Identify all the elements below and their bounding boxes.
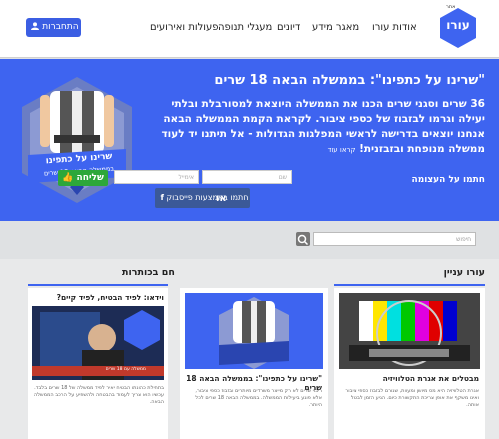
facebook-label: חתמו באמצעות פייסבוק	[166, 193, 249, 202]
name-field[interactable]: שם	[202, 170, 292, 184]
section-underline-left	[28, 284, 168, 286]
search-icon	[297, 234, 309, 246]
site-logo[interactable]: עורו	[440, 8, 476, 48]
hero-body: 36 שרים וסגני שרים הכנו את הממשלה היוצאת…	[145, 97, 485, 158]
email-field[interactable]: אימייל	[114, 170, 199, 184]
facebook-sign-button[interactable]: חתמו באמצעות פייסבוק f	[155, 188, 250, 208]
test-pattern-image	[339, 293, 480, 369]
thumbs-up-icon: 👍	[62, 173, 74, 183]
read-more-link[interactable]: קראו עוד	[328, 146, 356, 154]
section-title-interest: עורו עניין	[443, 267, 485, 278]
section-title-headlines: חם בכותרות	[122, 267, 175, 278]
facebook-icon: f	[160, 193, 164, 202]
petition-label: חתמו על העצומה	[411, 175, 485, 185]
nav-discussions[interactable]: דיונים	[277, 22, 300, 33]
video-caption: ממשלה עם 18 שרים	[105, 367, 146, 372]
card-text-ministers: ריבוי שרים לא רק מייצר משרדים מיותרים וב…	[195, 388, 322, 408]
hero-body-text: 36 שרים וסגני שרים הכנו את הממשלה היוצאת…	[161, 98, 485, 155]
card-title-lapid[interactable]: וידאו: לפיד הבטיח, לפיד קיים?	[32, 293, 164, 302]
nav-about[interactable]: אודות עורו	[372, 22, 417, 33]
send-button[interactable]: שליחה 👍	[58, 170, 108, 186]
login-label: התחברות	[42, 22, 79, 32]
card-text-tv-license: אגרת הטלוויזיה היא מס מיושן ומעוות, שגור…	[345, 388, 479, 408]
article-card-ministers[interactable]: "שרינו על כתפינו": בממשלה הבאה 18 שרים ר…	[180, 288, 328, 439]
nav-momentum-circles[interactable]: מעגלי תנופה	[218, 22, 272, 33]
card-title-tv-license[interactable]: מבטלים את אגרת הטלוויזיה	[340, 374, 479, 383]
login-button[interactable]: התחברות	[26, 18, 81, 37]
section-underline-right	[334, 284, 485, 286]
nav-events[interactable]: פעולות ואירועים	[150, 22, 219, 33]
search-input[interactable]: חיפוש	[313, 232, 476, 246]
site-header: אתר עורו אודות עורו מאגר מידע דיונים מעג…	[0, 0, 499, 58]
article-card-tv-license[interactable]: מבטלים את אגרת הטלוויזיה אגרת הטלוויזיה …	[334, 288, 485, 439]
search-button[interactable]	[296, 232, 310, 246]
card-text-lapid: בתחילת כהונתו הבטיח יאיר לפיד ממשלה של 1…	[33, 385, 164, 405]
hero-title[interactable]: "שרינו על כתפינו": בממשלה הבאה 18 שרים	[155, 73, 485, 88]
logo-text: עורו	[446, 18, 470, 32]
ministers-campaign-image	[185, 293, 323, 369]
send-label: שליחה	[76, 173, 104, 183]
or-separator: או	[216, 193, 227, 204]
nav-database[interactable]: מאגר מידע	[312, 22, 359, 33]
article-card-lapid-video[interactable]: וידאו: לפיד הבטיח, לפיד קיים? ממשלה עם 1…	[28, 288, 168, 439]
user-icon	[31, 22, 40, 30]
